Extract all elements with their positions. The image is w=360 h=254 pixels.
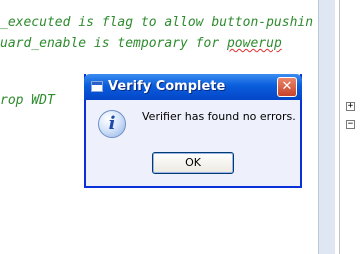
dialog-message: Verifier has found no errors. xyxy=(142,110,296,123)
window-icon xyxy=(91,81,103,92)
verify-dialog: Verify Complete ✕ i Verifier has found n… xyxy=(84,74,302,188)
dialog-title-bar[interactable]: Verify Complete ✕ xyxy=(84,74,302,100)
code-line-2: uard_enable is temporary for powerup xyxy=(0,36,282,51)
code-line-1: _executed is flag to allow button-pushin xyxy=(0,15,314,30)
code-line-3: rop WDT xyxy=(0,93,55,108)
fold-collapse-icon[interactable]: − xyxy=(346,120,355,129)
info-icon: i xyxy=(98,110,126,138)
dialog-content: i Verifier has found no errors. OK xyxy=(86,100,300,186)
code-line-2-text: uard_enable is temporary for xyxy=(0,36,227,51)
ok-button[interactable]: OK xyxy=(152,152,234,174)
close-button[interactable]: ✕ xyxy=(277,77,297,97)
spelling-error-word: powerup xyxy=(226,36,282,51)
gutter-divider xyxy=(339,0,340,254)
scroll-strip[interactable] xyxy=(318,0,335,254)
dialog-title: Verify Complete xyxy=(108,79,226,94)
fold-expand-icon[interactable]: + xyxy=(346,102,355,111)
